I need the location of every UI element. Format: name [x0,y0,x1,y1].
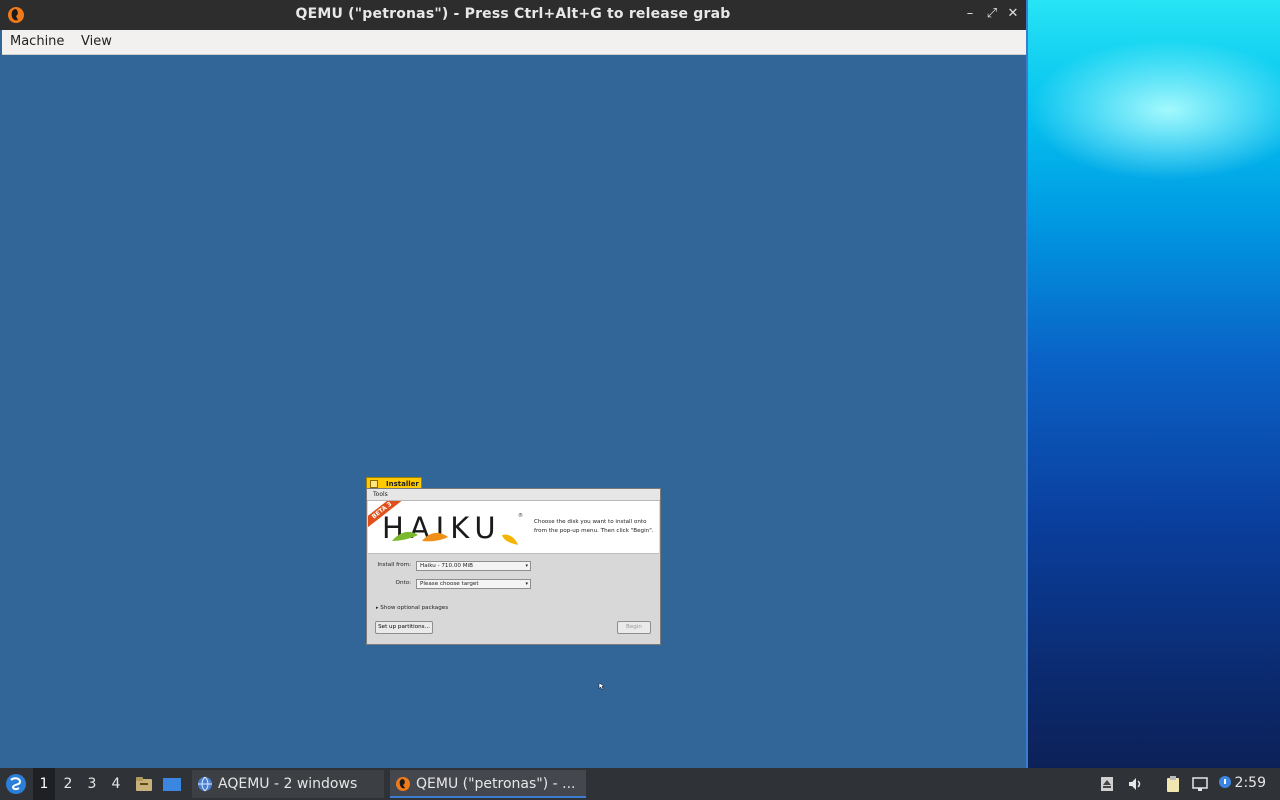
workspace-1[interactable]: 1 [33,768,55,800]
chevron-down-icon: ▾ [525,563,528,569]
menu-view[interactable]: View [81,34,112,49]
onto-popup[interactable]: Please choose target ▾ [416,579,531,589]
window-close-box[interactable] [370,480,378,488]
menu-machine[interactable]: Machine [10,34,64,49]
workspace-3[interactable]: 3 [81,768,103,800]
haiku-leaf-icon [392,531,518,545]
minimize-button[interactable]: – [962,6,978,22]
task-aqemu[interactable]: AQEMU - 2 windows [192,770,384,798]
clipboard-icon[interactable] [1164,775,1182,793]
install-from-popup[interactable]: Haiku - 710.00 MiB ▾ [416,561,531,571]
volume-icon[interactable] [1126,775,1144,793]
qemu-window: QEMU ("petronas") - Press Ctrl+Alt+G to … [0,0,1028,768]
window-title: QEMU ("petronas") - Press Ctrl+Alt+G to … [295,6,731,22]
onto-label: Onto: [395,580,411,586]
qemu-icon [396,777,410,791]
menu-tools[interactable]: Tools [373,491,388,498]
workspace-2[interactable]: 2 [57,768,79,800]
task-aqemu-label: AQEMU - 2 windows [218,776,358,792]
installer-window: Tools HAIKU ® BETA 3 Choose the disk you… [366,488,661,645]
mouse-cursor-icon [598,682,605,690]
menubar: Machine View [2,30,1026,55]
installer-title: Installer [386,480,419,488]
task-qemu-label: QEMU ("petronas") - ... [416,776,576,792]
installer-banner: HAIKU ® BETA 3 Choose the disk you want … [368,501,659,554]
setup-partitions-button[interactable]: Set up partitions... [375,621,433,634]
notification-icon[interactable] [1216,775,1234,793]
disclosure-arrow-icon: ▸ [376,605,379,611]
clock[interactable]: 2:59 [1235,775,1266,791]
install-from-label: Install from: [377,562,411,568]
close-button[interactable]: ✕ [1005,6,1021,22]
maximize-button[interactable]: ⤢ [984,6,1000,22]
registered-mark: ® [518,513,523,519]
chevron-down-icon: ▾ [525,581,528,587]
install-from-value: Haiku - 710.00 MiB [420,563,473,569]
installer-instruction: Choose the disk you want to install onto… [534,519,654,534]
eject-icon[interactable] [1098,775,1116,793]
window-titlebar[interactable]: QEMU ("petronas") - Press Ctrl+Alt+G to … [0,0,1026,30]
start-menu-icon[interactable] [4,772,28,796]
task-qemu[interactable]: QEMU ("petronas") - ... [390,770,586,798]
optional-packages-toggle[interactable]: ▸ Show optional packages [376,605,448,611]
onto-value: Please choose target [420,581,479,587]
installer-menubar: Tools [367,489,660,501]
taskbar: 1 2 3 4 AQEMU - 2 windows QEMU ("petrona… [0,768,1280,800]
globe-icon [198,776,212,792]
optional-packages-label: Show optional packages [380,605,449,611]
vm-display[interactable] [2,55,1026,768]
begin-button[interactable]: Begin [617,621,651,634]
workspace-4[interactable]: 4 [105,768,127,800]
file-manager-icon[interactable] [134,774,154,794]
desktop-wallpaper [1028,0,1280,768]
show-desktop-icon[interactable] [162,774,182,794]
network-icon[interactable] [1191,775,1209,793]
